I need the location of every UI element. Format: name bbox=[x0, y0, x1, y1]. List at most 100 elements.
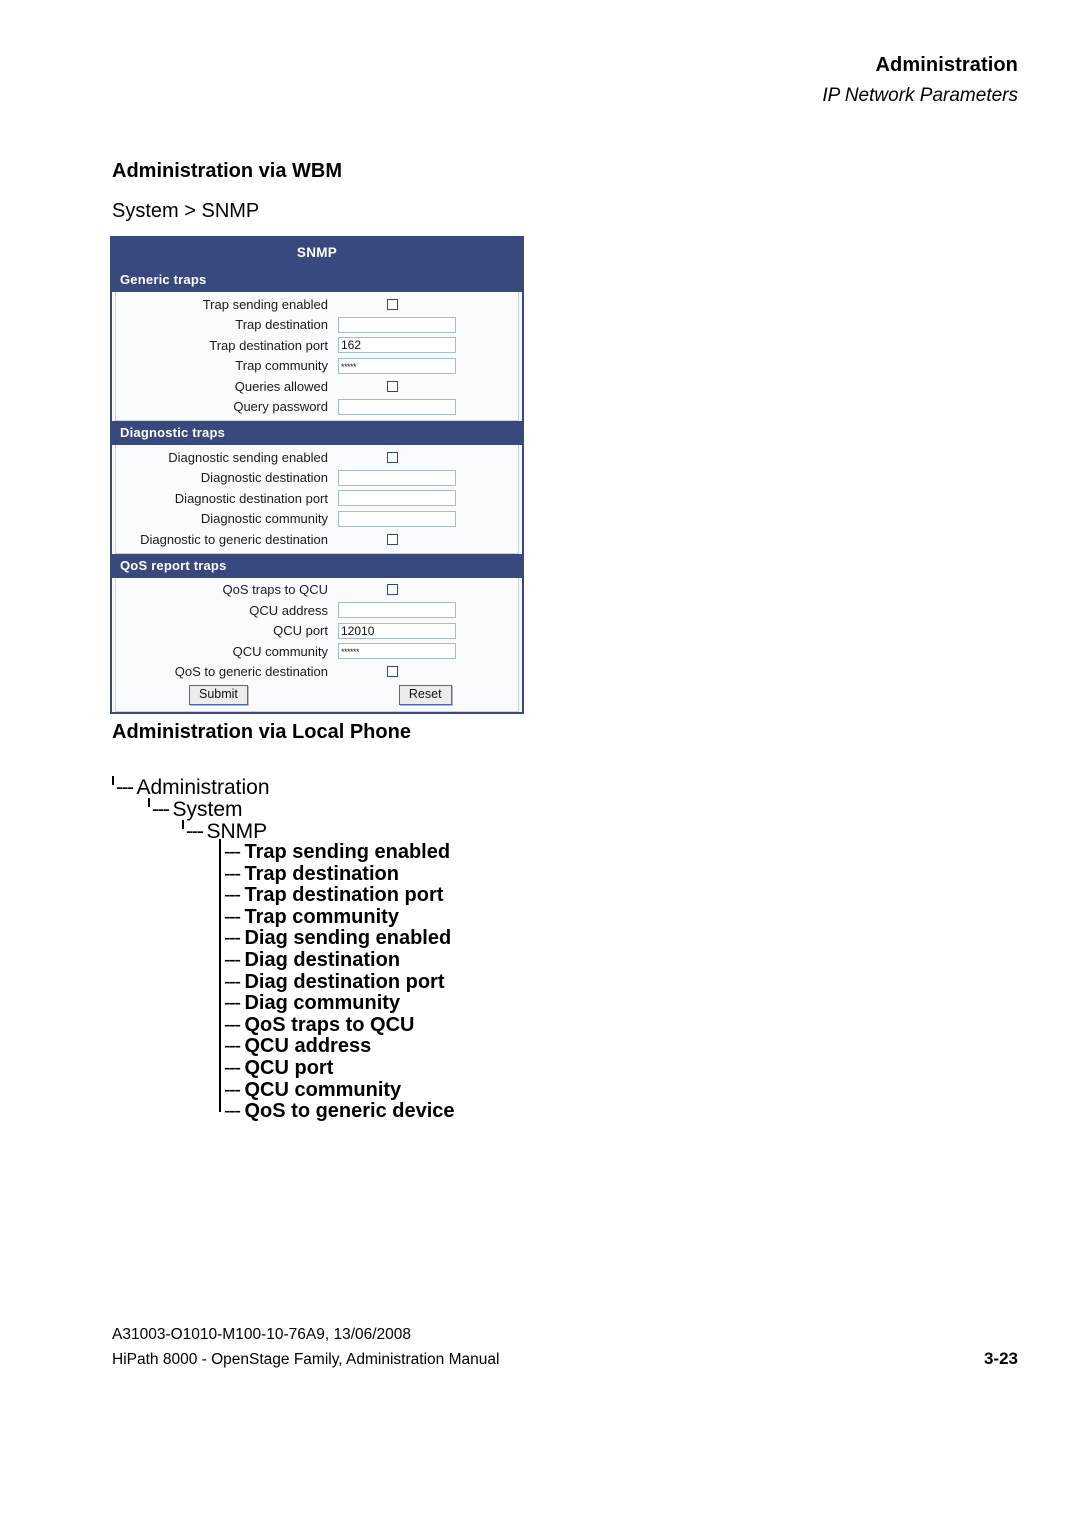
input-trap-destination-port[interactable]: 162 bbox=[338, 337, 456, 354]
field-label: Queries allowed bbox=[234, 378, 328, 394]
tree-node-system: --- System bbox=[148, 798, 455, 821]
tree-leaf-label: Trap destination bbox=[244, 862, 399, 885]
checkbox-queries-allowed[interactable] bbox=[387, 380, 398, 392]
panel-title: SNMP bbox=[112, 238, 522, 268]
tree-leaf-label: Trap sending enabled bbox=[244, 841, 451, 863]
tree-connector-dash: --- bbox=[116, 776, 134, 799]
group-header-qos-report-traps: QoS report traps bbox=[112, 553, 522, 578]
tree-leaf-trap-community: --- Trap community bbox=[218, 905, 455, 929]
page-running-head: Administration IP Network Parameters bbox=[822, 52, 1018, 110]
input-trap-community[interactable]: ***** bbox=[338, 357, 456, 374]
tree-leaf-label: QCU address bbox=[244, 1035, 372, 1058]
checkbox-qos-to-generic-destination[interactable] bbox=[387, 666, 398, 678]
field-row-query-password: Query password bbox=[116, 397, 518, 418]
tree-connector-dash: --- bbox=[224, 1056, 241, 1079]
tree-leaf-qcu-port: --- QCU port bbox=[218, 1056, 455, 1080]
tree-leaf-qos-to-generic-device: --- QoS to generic device bbox=[218, 1100, 455, 1123]
field-label: Diagnostic sending enabled bbox=[168, 449, 328, 465]
tree-connector-dash: --- bbox=[224, 1100, 241, 1123]
checkbox-trap-sending-enabled[interactable] bbox=[387, 298, 398, 310]
tree-leaf-label: Trap community bbox=[244, 905, 399, 928]
input-qcu-community[interactable]: ****** bbox=[338, 643, 456, 660]
snmp-settings-panel: SNMP Generic traps Trap sending enabled … bbox=[110, 236, 524, 714]
field-label: QoS traps to QCU bbox=[222, 582, 328, 598]
field-label: Diagnostic destination port bbox=[174, 490, 328, 506]
running-head-title: Administration bbox=[875, 54, 1018, 76]
field-label: QCU port bbox=[273, 623, 328, 639]
tree-connector-dash: --- bbox=[224, 927, 241, 950]
tree-leaf-trap-sending-enabled: --- Trap sending enabled bbox=[218, 841, 455, 864]
tree-node-label: Administration bbox=[136, 776, 270, 799]
heading-administration-via-wbm: Administration via WBM bbox=[112, 160, 343, 182]
field-row-qcu-community: QCU community ****** bbox=[116, 641, 518, 662]
tree-connector-dash: --- bbox=[224, 884, 241, 907]
field-row-qos-traps-to-qcu: QoS traps to QCU bbox=[116, 580, 518, 601]
tree-leaf-diag-destination-port: --- Diag destination port bbox=[218, 970, 455, 994]
group-header-generic-traps: Generic traps bbox=[112, 268, 522, 292]
field-row-diagnostic-community: Diagnostic community bbox=[116, 509, 518, 530]
field-label: Trap sending enabled bbox=[202, 296, 328, 312]
field-label: QoS to generic destination bbox=[174, 664, 328, 680]
tree-connector-dash: --- bbox=[224, 992, 241, 1015]
field-row-diagnostic-destination-port: Diagnostic destination port bbox=[116, 488, 518, 509]
field-row-trap-destination: Trap destination bbox=[116, 315, 518, 336]
heading-administration-via-local-phone: Administration via Local Phone bbox=[112, 721, 411, 743]
input-qcu-address[interactable] bbox=[338, 602, 456, 619]
group-header-diagnostic-traps: Diagnostic traps bbox=[112, 421, 522, 445]
tree-leaf-label: QCU port bbox=[244, 1056, 334, 1079]
tree-connector-dash: --- bbox=[186, 820, 204, 843]
tree-leaf-diag-community: --- Diag community bbox=[218, 992, 455, 1015]
tree-connector-dash: --- bbox=[224, 948, 241, 971]
tree-leaf-qcu-community: --- QCU community bbox=[218, 1078, 455, 1102]
field-label: Query password bbox=[233, 399, 328, 415]
local-phone-menu-tree: --- Administration --- System --- SNMP --- T… bbox=[112, 776, 455, 1123]
tree-connector-dash: --- bbox=[224, 841, 241, 863]
field-label: QCU community bbox=[232, 643, 328, 659]
checkbox-qos-traps-to-qcu[interactable] bbox=[387, 584, 398, 596]
tree-leaf-label: Diag community bbox=[244, 992, 401, 1015]
group-body-diagnostic-traps: Diagnostic sending enabled Diagnostic de… bbox=[115, 445, 519, 554]
submit-button[interactable]: Submit bbox=[189, 685, 248, 705]
tree-leaf-label: Diag destination port bbox=[244, 970, 445, 993]
input-diagnostic-destination-port[interactable] bbox=[338, 490, 456, 507]
tree-node-snmp: --- SNMP bbox=[182, 820, 455, 843]
tree-leaf-label: Trap destination port bbox=[244, 884, 444, 907]
checkbox-diagnostic-sending-enabled[interactable] bbox=[387, 451, 398, 463]
tree-connector-tick bbox=[148, 798, 150, 807]
tree-connector-dash: --- bbox=[224, 862, 241, 885]
input-qcu-port[interactable]: 12010 bbox=[338, 622, 456, 639]
tree-leaf-label: QCU community bbox=[244, 1078, 402, 1101]
field-row-diagnostic-to-generic-destination: Diagnostic to generic destination bbox=[116, 529, 518, 550]
form-button-row: Submit Reset bbox=[116, 682, 518, 708]
field-label: QCU address bbox=[249, 602, 328, 618]
reset-button[interactable]: Reset bbox=[398, 685, 452, 705]
field-row-diagnostic-destination: Diagnostic destination bbox=[116, 468, 518, 489]
tree-connector-dash: --- bbox=[224, 1078, 241, 1101]
tree-leaf-label: QoS traps to QCU bbox=[244, 1013, 415, 1036]
tree-leaf-label: Diag sending enabled bbox=[244, 927, 452, 950]
footer-document-id: A31003-O1010-M100-10-76A9, 13/06/2008 bbox=[112, 1326, 412, 1343]
field-row-qcu-port: QCU port 12010 bbox=[116, 621, 518, 642]
running-head-subtitle: IP Network Parameters bbox=[822, 85, 1018, 106]
field-label: Trap community bbox=[235, 358, 328, 374]
input-diagnostic-community[interactable] bbox=[338, 510, 456, 527]
group-body-qos-report-traps: QoS traps to QCU QCU address QCU port 12… bbox=[115, 577, 519, 712]
tree-leaf-trap-destination-port: --- Trap destination port bbox=[218, 884, 455, 907]
field-row-qos-to-generic-destination: QoS to generic destination bbox=[116, 662, 518, 683]
tree-leaf-qos-traps-to-qcu: --- QoS traps to QCU bbox=[218, 1013, 455, 1037]
tree-connector-dash: --- bbox=[224, 970, 241, 993]
tree-connector-dash: --- bbox=[224, 905, 241, 928]
field-row-queries-allowed: Queries allowed bbox=[116, 376, 518, 397]
checkbox-diagnostic-to-generic-destination[interactable] bbox=[387, 533, 398, 545]
input-trap-destination[interactable] bbox=[338, 316, 456, 333]
tree-connector-tick bbox=[182, 820, 184, 829]
tree-leaf-label: Diag destination bbox=[244, 948, 401, 971]
tree-connector-dash: --- bbox=[224, 1035, 241, 1058]
tree-node-label: System bbox=[172, 798, 243, 821]
tree-connector-tick bbox=[112, 776, 114, 785]
input-diagnostic-destination[interactable] bbox=[338, 469, 456, 486]
input-query-password[interactable] bbox=[338, 398, 456, 415]
tree-node-label: SNMP bbox=[206, 820, 268, 843]
field-label: Trap destination bbox=[235, 317, 328, 333]
field-label: Diagnostic community bbox=[200, 511, 328, 527]
